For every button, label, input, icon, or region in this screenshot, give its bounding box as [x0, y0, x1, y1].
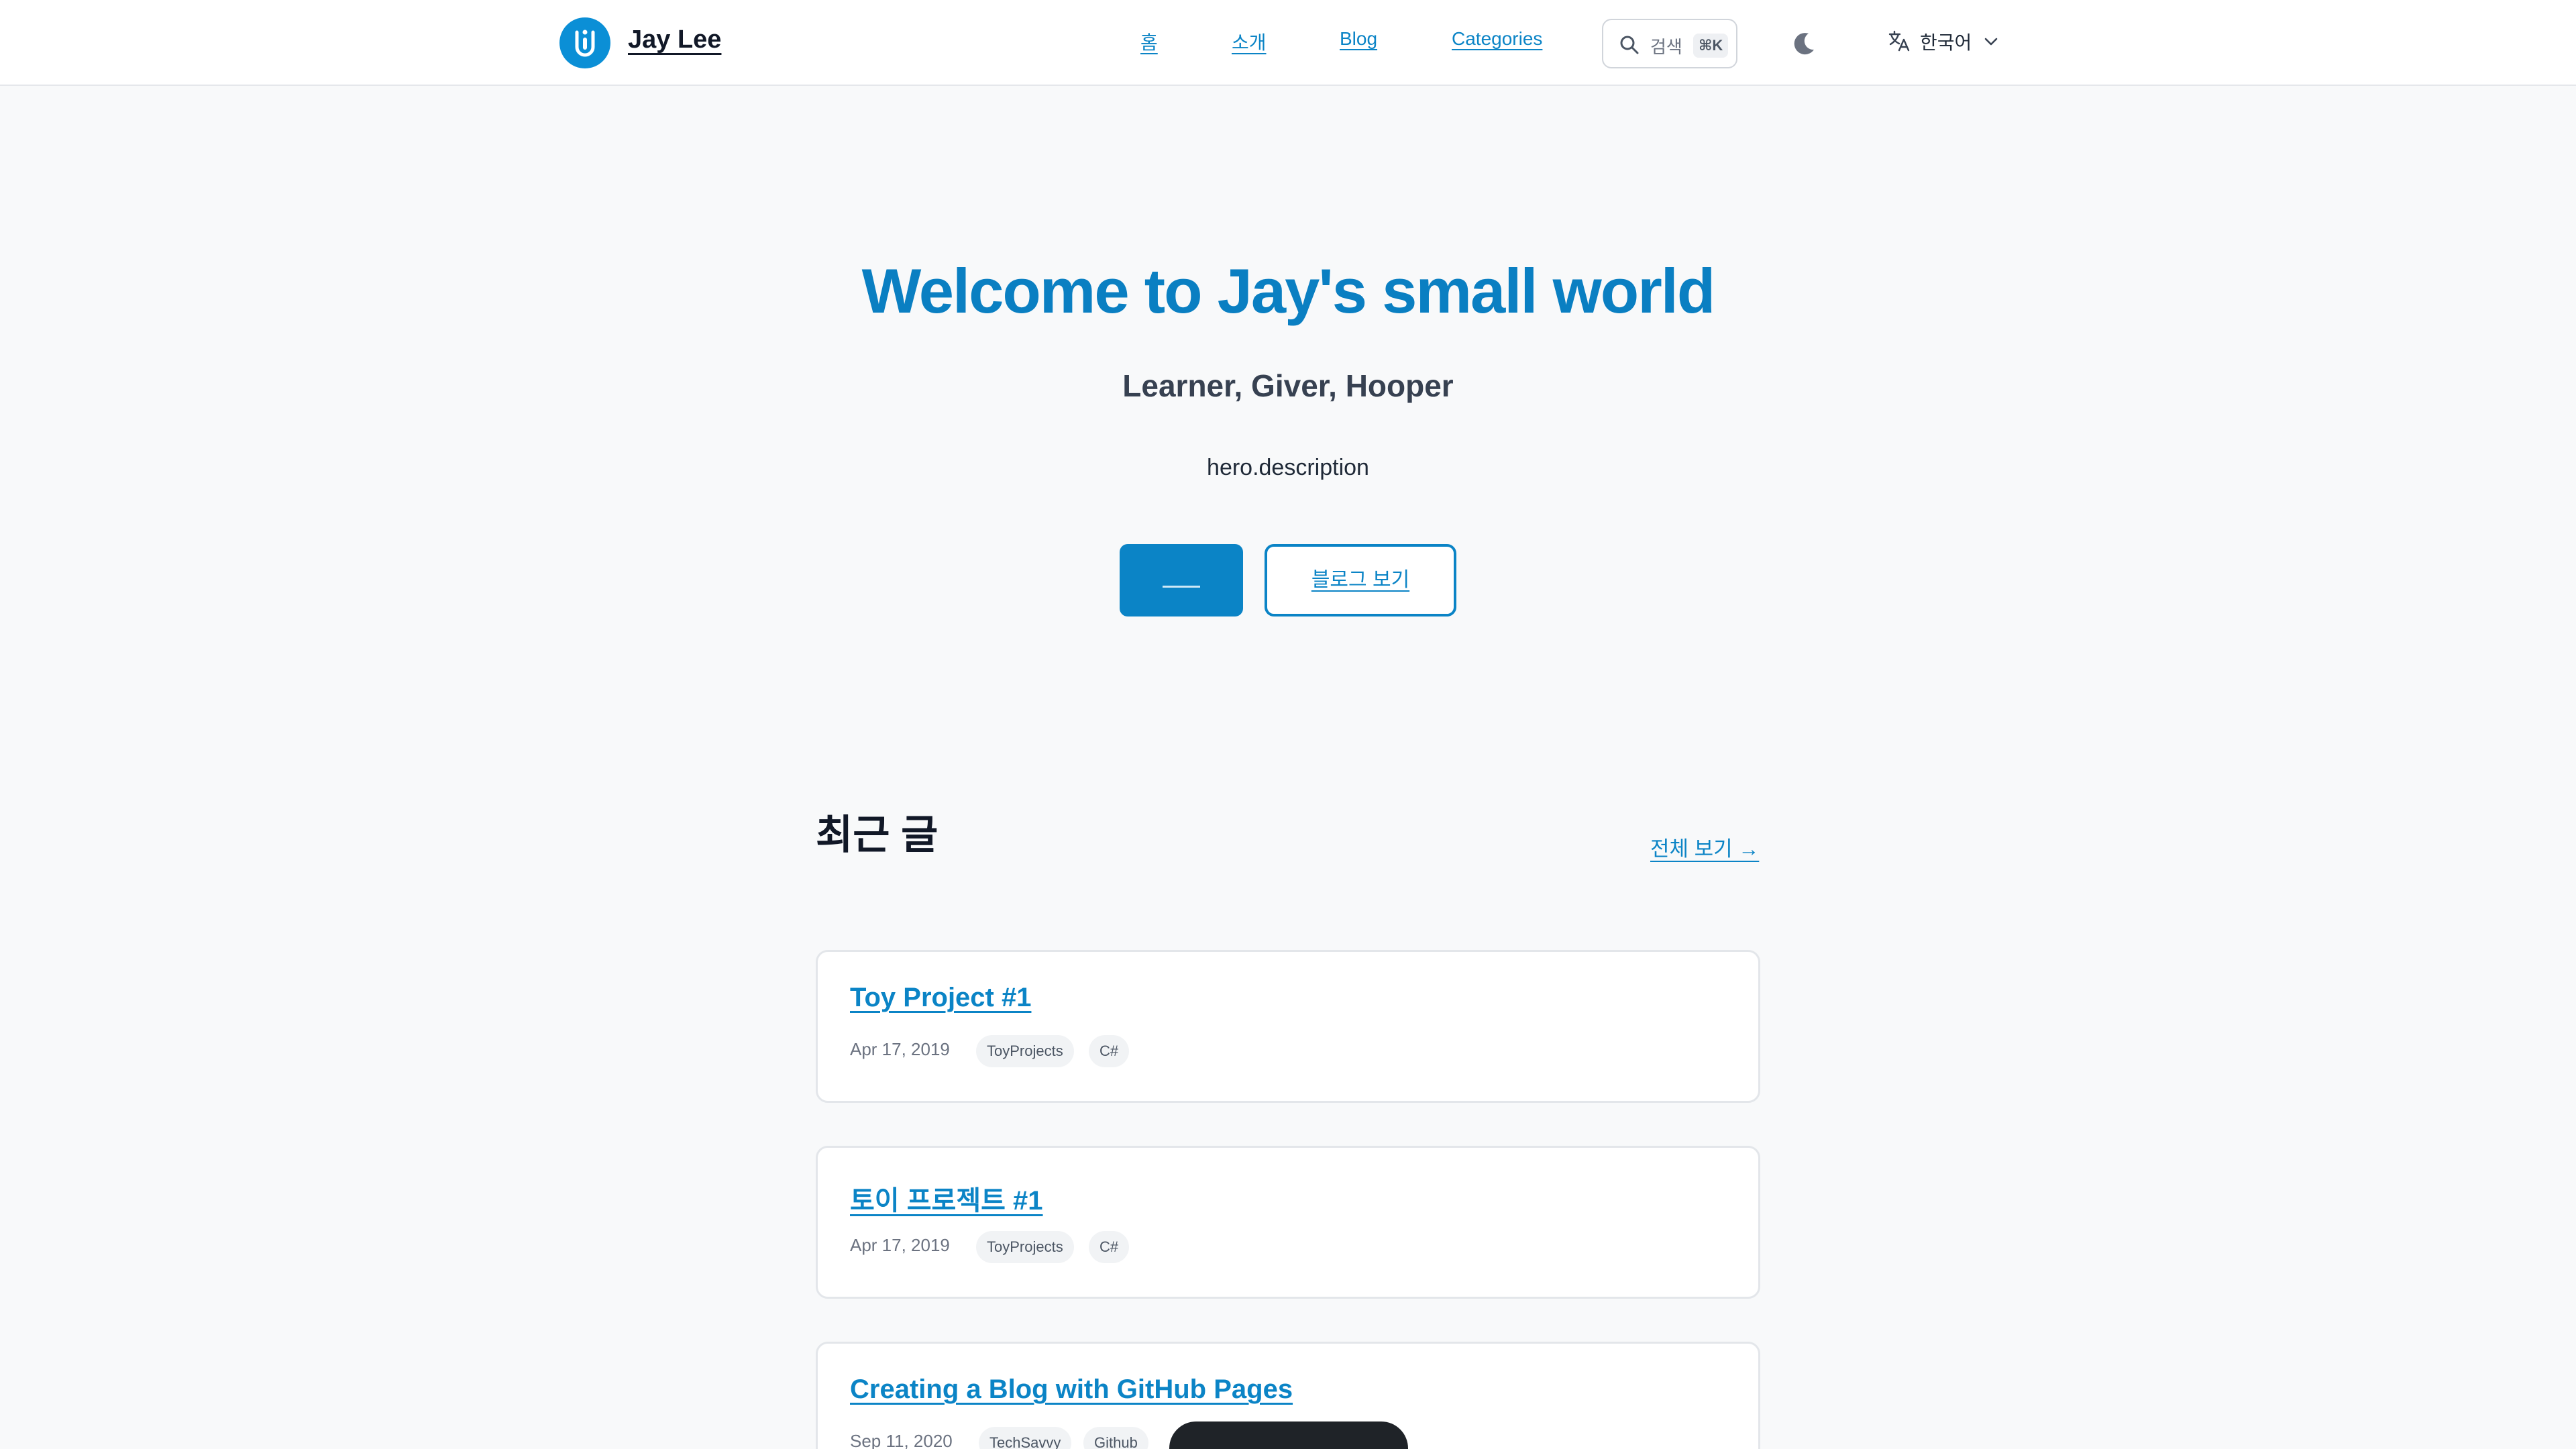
post-tag[interactable]: ToyProjects: [976, 1231, 1074, 1263]
nav-home[interactable]: 홈: [1140, 28, 1158, 55]
site-header: Jay Lee 홈 소개 Blog Categories 검색 ⌘K 한국어: [0, 0, 2576, 86]
post-tag[interactable]: ToyProjects: [976, 1035, 1074, 1067]
nav-categories[interactable]: Categories: [1452, 28, 1542, 50]
post-tag[interactable]: Github: [1083, 1427, 1148, 1449]
post-card[interactable]: 토이 프로젝트 #1 Apr 17, 2019 ToyProjects C#: [816, 1146, 1760, 1299]
search-icon: [1620, 36, 1639, 54]
nav-blog[interactable]: Blog: [1340, 28, 1377, 50]
search-shortcut: ⌘K: [1693, 34, 1729, 58]
translate-icon: [1888, 30, 1910, 52]
logo-icon[interactable]: [559, 17, 610, 68]
post-title[interactable]: Toy Project #1: [850, 983, 1031, 1013]
site-brand[interactable]: Jay Lee: [628, 25, 721, 54]
language-label: 한국어: [1920, 32, 1972, 53]
post-card[interactable]: Toy Project #1 Apr 17, 2019 ToyProjects …: [816, 950, 1760, 1103]
post-tag[interactable]: C#: [1089, 1231, 1130, 1263]
nav-about[interactable]: 소개: [1232, 28, 1267, 55]
post-title[interactable]: Creating a Blog with GitHub Pages: [850, 1375, 1293, 1405]
post-date: Sep 11, 2020: [850, 1431, 953, 1449]
hero-primary-button[interactable]: [1120, 544, 1243, 616]
search-label: 검색: [1650, 37, 1682, 57]
hero-title: Welcome to Jay's small world: [861, 256, 1716, 326]
hero-subtitle: Learner, Giver, Hooper: [1122, 368, 1454, 403]
post-title[interactable]: 토이 프로젝트 #1: [850, 1179, 1043, 1218]
view-blog-button[interactable]: 블로그 보기: [1265, 544, 1456, 616]
hero-description: hero.description: [1207, 455, 1369, 480]
recent-posts-title: 최근 글: [816, 812, 938, 857]
post-date: Apr 17, 2019: [850, 1039, 950, 1059]
post-card[interactable]: Creating a Blog with GitHub Pages Sep 11…: [816, 1342, 1760, 1449]
post-date: Apr 17, 2019: [850, 1235, 950, 1255]
view-all-link[interactable]: 전체 보기 →: [1650, 832, 1759, 862]
post-thumbnail: [1169, 1421, 1408, 1449]
search-button[interactable]: 검색 ⌘K: [1602, 19, 1737, 68]
moon-icon[interactable]: [1791, 30, 1818, 56]
button-underline: [1163, 586, 1200, 588]
chevron-down-icon: [1984, 38, 1998, 46]
post-tag[interactable]: TechSavvy: [979, 1427, 1072, 1449]
view-blog-label: 블로그 보기: [1311, 569, 1410, 591]
post-tag[interactable]: C#: [1089, 1035, 1130, 1067]
